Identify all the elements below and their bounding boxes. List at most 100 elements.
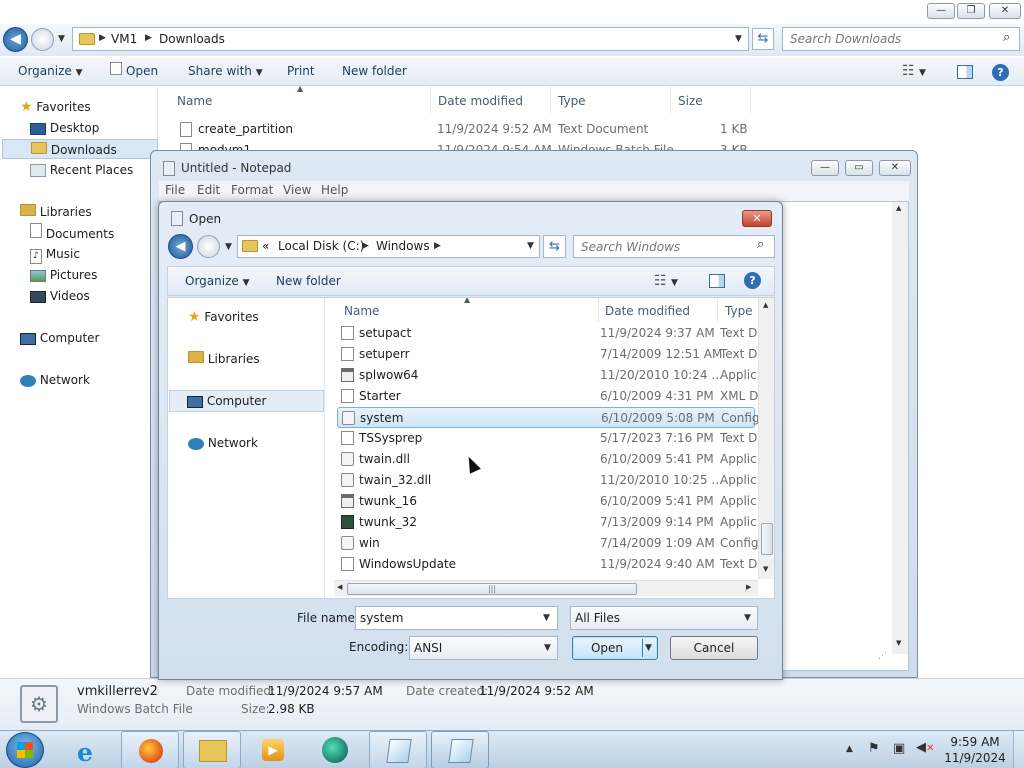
dialog-recent-chevron-icon[interactable]: ▼ [225,242,232,252]
notepad-maximize-button[interactable]: ▭ [845,160,873,176]
nav-downloads[interactable]: Downloads [2,139,158,159]
volume-muted-icon[interactable]: ◀✕ [916,740,934,755]
dialog-forward-button[interactable] [197,235,220,258]
taskbar-app[interactable] [306,731,364,768]
menu-help[interactable]: Help [321,183,348,197]
breadcrumb-downloads[interactable]: Downloads [159,32,225,46]
column-header-type[interactable]: Type [558,94,586,108]
notepad-close-button[interactable]: ✕ [879,160,911,176]
nav-libraries[interactable]: Libraries [20,202,92,222]
encoding-select[interactable]: ANSI ▼ [409,636,558,660]
file-row[interactable]: twunk_16 6/10/2009 5:41 PM Applic [337,491,757,512]
dialog-nav-libraries[interactable]: Libraries [188,349,260,369]
dialog-nav-favorites[interactable]: ★ Favorites [188,307,259,327]
nav-documents[interactable]: Documents [30,223,114,243]
dialog-search-box[interactable]: Search Windows ⌕ [573,235,775,258]
file-row[interactable]: setuperr 7/14/2009 12:51 AM Text D [337,344,757,365]
nav-pictures[interactable]: Pictures [30,265,97,285]
file-row[interactable]: splwow64 11/20/2010 10:24 ... Applic [337,365,757,386]
file-row[interactable]: twain_32.dll 11/20/2010 10:25 ... Applic [337,470,757,491]
preview-pane-icon[interactable] [957,65,973,79]
back-button[interactable]: ◀ [3,27,28,52]
notepad-resize-grip[interactable]: ⋰ [878,651,887,661]
show-hidden-icons-icon[interactable]: ▲ [846,744,853,754]
dialog-vertical-scrollbar[interactable]: ▲ ▼ [758,298,774,579]
file-name-combobox[interactable]: system ▼ [355,606,558,630]
h-scroll-thumb[interactable]: ||| [347,583,637,595]
dialog-horizontal-scrollbar[interactable]: ◀ ||| ▶ [334,580,758,596]
nav-desktop[interactable]: Desktop [30,118,99,138]
nav-music[interactable]: ♪ Music [30,244,80,264]
dropdown-arrow-icon[interactable]: ▼ [543,613,550,623]
explorer-close-button[interactable]: ✕ [989,3,1021,19]
file-row[interactable]: create_partition 11/9/2024 9:52 AM Text … [178,119,758,140]
file-row[interactable]: twain.dll 6/10/2009 5:41 PM Applic [337,449,757,470]
dialog-close-button[interactable]: ✕ [742,210,772,227]
file-row[interactable]: TSSysprep 5/17/2023 7:16 PM Text D [337,428,757,449]
column-header-name[interactable]: Name [177,94,212,108]
dialog-column-header-date[interactable]: Date modified [605,304,690,318]
dialog-nav-computer[interactable]: Computer [169,390,324,412]
dialog-back-button[interactable]: ◀ [168,234,193,259]
taskbar-media-player[interactable]: ▶ [244,731,302,768]
dialog-refresh-button[interactable]: ⇆ [543,235,566,258]
network-tray-icon[interactable]: ▣ [893,741,905,756]
dialog-view-options-icon[interactable]: ☷ ▼ [654,267,678,297]
explorer-minimize-button[interactable]: — [927,3,955,19]
file-row[interactable]: setupact 11/9/2024 9:37 AM Text D [337,323,757,344]
taskbar-notepad-2[interactable] [431,731,489,768]
tray-clock[interactable]: 9:59 AM 11/9/2024 [940,734,1010,766]
notepad-minimize-button[interactable]: — [811,160,839,176]
file-row[interactable]: system 6/10/2009 5:08 PM Config [337,407,759,428]
dialog-new-folder-button[interactable]: New folder [276,267,341,295]
nav-favorites[interactable]: ★ Favorites [20,97,91,117]
organize-menu[interactable]: Organize ▼ [18,58,83,86]
address-dropdown-icon[interactable]: ▼ [527,241,534,251]
dialog-nav-network[interactable]: Network [188,433,258,453]
menu-format[interactable]: Format [231,183,273,197]
nav-network[interactable]: Network [20,370,90,390]
taskbar-file-explorer[interactable] [183,731,241,768]
dialog-help-icon[interactable]: ? [744,272,761,289]
file-row[interactable]: Starter 6/10/2009 4:31 PM XML D [337,386,758,407]
breadcrumb-vm1[interactable]: VM1 [111,32,137,46]
open-button-label[interactable]: Open [573,641,641,655]
show-desktop-button[interactable] [1013,731,1024,768]
help-icon[interactable]: ? [992,64,1009,81]
column-header-size[interactable]: Size [678,94,703,108]
new-folder-button[interactable]: New folder [342,58,407,84]
nav-computer[interactable]: Computer [20,328,99,348]
file-row[interactable]: WindowsUpdate 11/9/2024 9:40 AM Text D [337,554,757,575]
dialog-column-header-name[interactable]: Name [344,304,379,318]
taskbar-internet-explorer[interactable]: e [60,731,118,768]
nav-videos[interactable]: Videos [30,286,90,306]
explorer-maximize-button[interactable]: ❐ [957,3,985,19]
taskbar-notepad-1[interactable] [369,731,427,768]
column-header-date[interactable]: Date modified [438,94,523,108]
dialog-column-header-type[interactable]: Type [725,304,753,318]
print-button[interactable]: Print [287,58,315,84]
address-dropdown-icon[interactable]: ▼ [735,34,742,44]
taskbar-firefox[interactable] [121,731,179,768]
menu-edit[interactable]: Edit [197,183,220,197]
path-drive[interactable]: Local Disk (C:) [278,239,364,253]
menu-file[interactable]: File [165,183,185,197]
dialog-address-bar[interactable]: « Local Disk (C:) ▶ Windows ▶ ▼ [237,235,540,258]
open-split-button[interactable]: Open ▼ [572,636,658,660]
refresh-button[interactable]: ⇆ [752,28,774,50]
file-type-filter[interactable]: All Files ▼ [570,606,758,630]
path-overflow[interactable]: « [262,239,269,253]
open-options-arrow-icon[interactable]: ▼ [645,643,652,653]
cancel-button[interactable]: Cancel [670,636,758,660]
scroll-thumb[interactable] [761,523,773,555]
recent-pages-chevron-icon[interactable]: ▼ [58,34,65,44]
nav-recent-places[interactable]: Recent Places [30,160,133,180]
explorer-address-bar[interactable]: ▶ VM1 ▶ Downloads ▼ [72,27,749,51]
start-button[interactable] [6,732,44,768]
forward-button[interactable] [31,28,54,51]
share-with-menu[interactable]: Share with ▼ [188,58,263,86]
file-row[interactable]: win 7/14/2009 1:09 AM Config [337,533,758,554]
dialog-preview-pane-icon[interactable] [709,274,725,288]
notepad-vertical-scrollbar[interactable]: ▲ ▼ [892,202,908,654]
file-row[interactable]: twunk_32 7/13/2009 9:14 PM Applic [337,512,757,533]
